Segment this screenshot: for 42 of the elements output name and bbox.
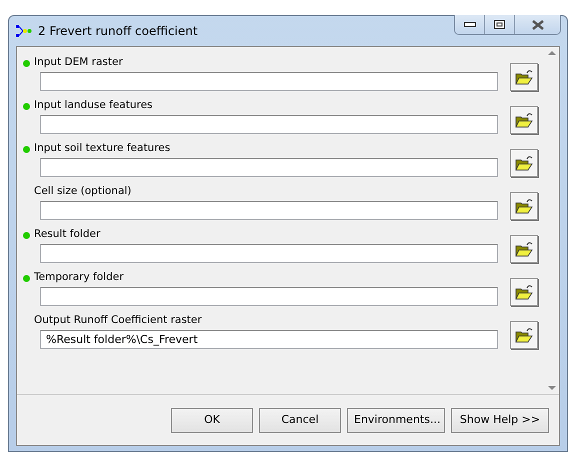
input-field[interactable]	[40, 158, 498, 176]
folder-icon	[515, 155, 533, 171]
input-field[interactable]	[40, 286, 498, 306]
folder-icon	[515, 198, 533, 214]
browse-button[interactable]	[510, 63, 538, 91]
input-field[interactable]	[40, 114, 498, 134]
folder-icon	[515, 327, 533, 343]
folder-icon	[515, 112, 533, 128]
folder-icon	[515, 241, 533, 257]
input-field[interactable]: %Result folder%\Cs_Frevert	[40, 330, 498, 348]
browse-button[interactable]	[510, 106, 538, 134]
maximize-button[interactable]	[485, 15, 515, 34]
input-field[interactable]	[40, 200, 498, 220]
folder-icon	[515, 284, 533, 300]
dialog-button[interactable]: Cancel	[259, 408, 341, 432]
dialog-button[interactable]: Show Help >>	[451, 408, 549, 432]
close-button[interactable]	[515, 15, 560, 34]
maximize-icon	[494, 20, 505, 29]
parameter-label: Input soil texture features	[34, 141, 170, 156]
input-field[interactable]	[40, 244, 498, 262]
minimize-icon	[464, 22, 476, 27]
browse-button[interactable]	[510, 278, 538, 306]
close-icon	[532, 20, 544, 30]
parameter-label: Cell size (optional)	[34, 184, 132, 200]
browse-button[interactable]	[510, 321, 538, 349]
input-field[interactable]	[40, 72, 498, 90]
minimize-button[interactable]	[455, 15, 485, 34]
parameter-label: Result folder	[34, 227, 100, 242]
parameter-label: Temporary folder	[34, 270, 124, 286]
parameter-label: Output Runoff Coefficient raster	[34, 313, 202, 328]
parameter-label: Input landuse features	[34, 98, 152, 114]
dialog-button[interactable]: Environments...	[347, 408, 445, 432]
model-icon	[16, 25, 32, 37]
browse-button[interactable]	[510, 149, 538, 177]
parameter-label: Input DEM raster	[34, 55, 123, 70]
dialog-button[interactable]: OK	[171, 408, 253, 432]
scroll-up-icon[interactable]	[548, 51, 556, 55]
window-title: 2 Frevert runoff coefficient	[38, 23, 198, 40]
browse-button[interactable]	[510, 235, 538, 263]
scroll-down-icon[interactable]	[548, 386, 556, 390]
folder-icon	[515, 69, 533, 85]
browse-button[interactable]	[510, 192, 538, 220]
